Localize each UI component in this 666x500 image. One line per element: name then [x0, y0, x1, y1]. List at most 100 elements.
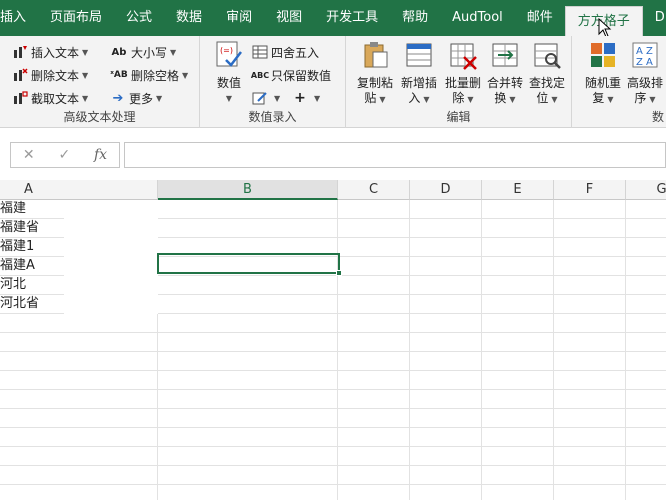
column-header-e[interactable]: E — [482, 180, 554, 200]
cancel-icon[interactable]: ✕ — [23, 147, 35, 163]
cell-d5[interactable] — [410, 276, 482, 295]
cell-e9[interactable] — [482, 352, 554, 371]
copy-paste-button[interactable]: 复制粘 贴 ▼ — [354, 40, 396, 107]
find-locate-button[interactable]: 查找定 位 ▼ — [526, 40, 568, 107]
cell-e3[interactable] — [482, 238, 554, 257]
cell-f7[interactable] — [554, 314, 626, 333]
cell-c1[interactable] — [338, 200, 410, 219]
tab-mail[interactable]: 邮件 — [515, 0, 565, 36]
cell-a2[interactable]: 福建省 — [0, 219, 64, 238]
cell-f15[interactable] — [554, 466, 626, 485]
cell-a15[interactable] — [0, 466, 158, 485]
cell-a11[interactable] — [0, 390, 158, 409]
cell-d1[interactable] — [410, 200, 482, 219]
cell-d16[interactable] — [410, 485, 482, 500]
cell-d12[interactable] — [410, 409, 482, 428]
cell-a4[interactable]: 福建A — [0, 257, 64, 276]
cell-g8[interactable] — [626, 333, 666, 352]
cell-b2[interactable] — [158, 219, 338, 238]
cell-d10[interactable] — [410, 371, 482, 390]
insert-text-button[interactable]: 插入文本 ▼ — [12, 42, 88, 62]
cell-g9[interactable] — [626, 352, 666, 371]
cell-f10[interactable] — [554, 371, 626, 390]
cell-e10[interactable] — [482, 371, 554, 390]
cell-a7[interactable] — [0, 314, 158, 333]
cell-a5[interactable]: 河北 — [0, 276, 64, 295]
cell-g7[interactable] — [626, 314, 666, 333]
cell-d6[interactable] — [410, 295, 482, 314]
cell-e6[interactable] — [482, 295, 554, 314]
cell-b12[interactable] — [158, 409, 338, 428]
cell-e13[interactable] — [482, 428, 554, 447]
random-repeat-button[interactable]: 随机重 复 ▼ — [582, 40, 624, 107]
tab-view[interactable]: 视图 — [264, 0, 314, 36]
cell-b16[interactable] — [158, 485, 338, 500]
cell-b11[interactable] — [158, 390, 338, 409]
cell-e14[interactable] — [482, 447, 554, 466]
cell-a6[interactable]: 河北省 — [0, 295, 64, 314]
cell-c10[interactable] — [338, 371, 410, 390]
tab-developer[interactable]: 开发工具 — [314, 0, 390, 36]
cell-a10[interactable] — [0, 371, 158, 390]
cell-b13[interactable] — [158, 428, 338, 447]
cell-g6[interactable] — [626, 295, 666, 314]
cell-d2[interactable] — [410, 219, 482, 238]
formula-input[interactable] — [124, 142, 666, 168]
plus-button[interactable]: + ▼ — [292, 88, 320, 108]
active-cell-b4[interactable] — [157, 253, 340, 274]
cell-e12[interactable] — [482, 409, 554, 428]
cell-b10[interactable] — [158, 371, 338, 390]
cell-f14[interactable] — [554, 447, 626, 466]
cell-a13[interactable] — [0, 428, 158, 447]
tab-help[interactable]: 帮助 — [390, 0, 440, 36]
fx-icon[interactable]: fx — [94, 147, 107, 163]
cell-f2[interactable] — [554, 219, 626, 238]
cell-c6[interactable] — [338, 295, 410, 314]
cell-b15[interactable] — [158, 466, 338, 485]
cell-c14[interactable] — [338, 447, 410, 466]
tab-review[interactable]: 审阅 — [214, 0, 264, 36]
cell-f5[interactable] — [554, 276, 626, 295]
tab-page-layout[interactable]: 页面布局 — [38, 0, 114, 36]
cell-a16[interactable] — [0, 485, 158, 500]
cell-d15[interactable] — [410, 466, 482, 485]
cell-f9[interactable] — [554, 352, 626, 371]
cell-g1[interactable] — [626, 200, 666, 219]
cell-b8[interactable] — [158, 333, 338, 352]
cell-e8[interactable] — [482, 333, 554, 352]
cell-c13[interactable] — [338, 428, 410, 447]
cell-f8[interactable] — [554, 333, 626, 352]
more-button[interactable]: ➔ 更多 ▼ — [110, 88, 163, 108]
cell-c4[interactable] — [338, 257, 410, 276]
cell-g12[interactable] — [626, 409, 666, 428]
cell-f11[interactable] — [554, 390, 626, 409]
cell-a1[interactable]: 福建 — [0, 200, 64, 219]
cell-a8[interactable] — [0, 333, 158, 352]
confirm-icon[interactable]: ✓ — [58, 147, 70, 163]
cell-b7[interactable] — [158, 314, 338, 333]
cell-d13[interactable] — [410, 428, 482, 447]
cell-f16[interactable] — [554, 485, 626, 500]
cell-d4[interactable] — [410, 257, 482, 276]
cell-d3[interactable] — [410, 238, 482, 257]
cell-g2[interactable] — [626, 219, 666, 238]
cell-g15[interactable] — [626, 466, 666, 485]
cell-f1[interactable] — [554, 200, 626, 219]
cell-g10[interactable] — [626, 371, 666, 390]
case-button[interactable]: Ab 大小写 ▼ — [110, 42, 177, 62]
cell-g11[interactable] — [626, 390, 666, 409]
tab-audtool[interactable]: AudTool — [440, 0, 515, 36]
cell-b1[interactable] — [158, 200, 338, 219]
column-header-c[interactable]: C — [338, 180, 410, 200]
cell-e4[interactable] — [482, 257, 554, 276]
cell-g5[interactable] — [626, 276, 666, 295]
cell-e7[interactable] — [482, 314, 554, 333]
cell-g4[interactable] — [626, 257, 666, 276]
cell-a14[interactable] — [0, 447, 158, 466]
cell-f13[interactable] — [554, 428, 626, 447]
cell-g13[interactable] — [626, 428, 666, 447]
cell-d9[interactable] — [410, 352, 482, 371]
new-insert-button[interactable]: 新增插 入 ▼ — [398, 40, 440, 107]
tab-di[interactable]: DI — [643, 0, 666, 36]
tab-data[interactable]: 数据 — [164, 0, 214, 36]
